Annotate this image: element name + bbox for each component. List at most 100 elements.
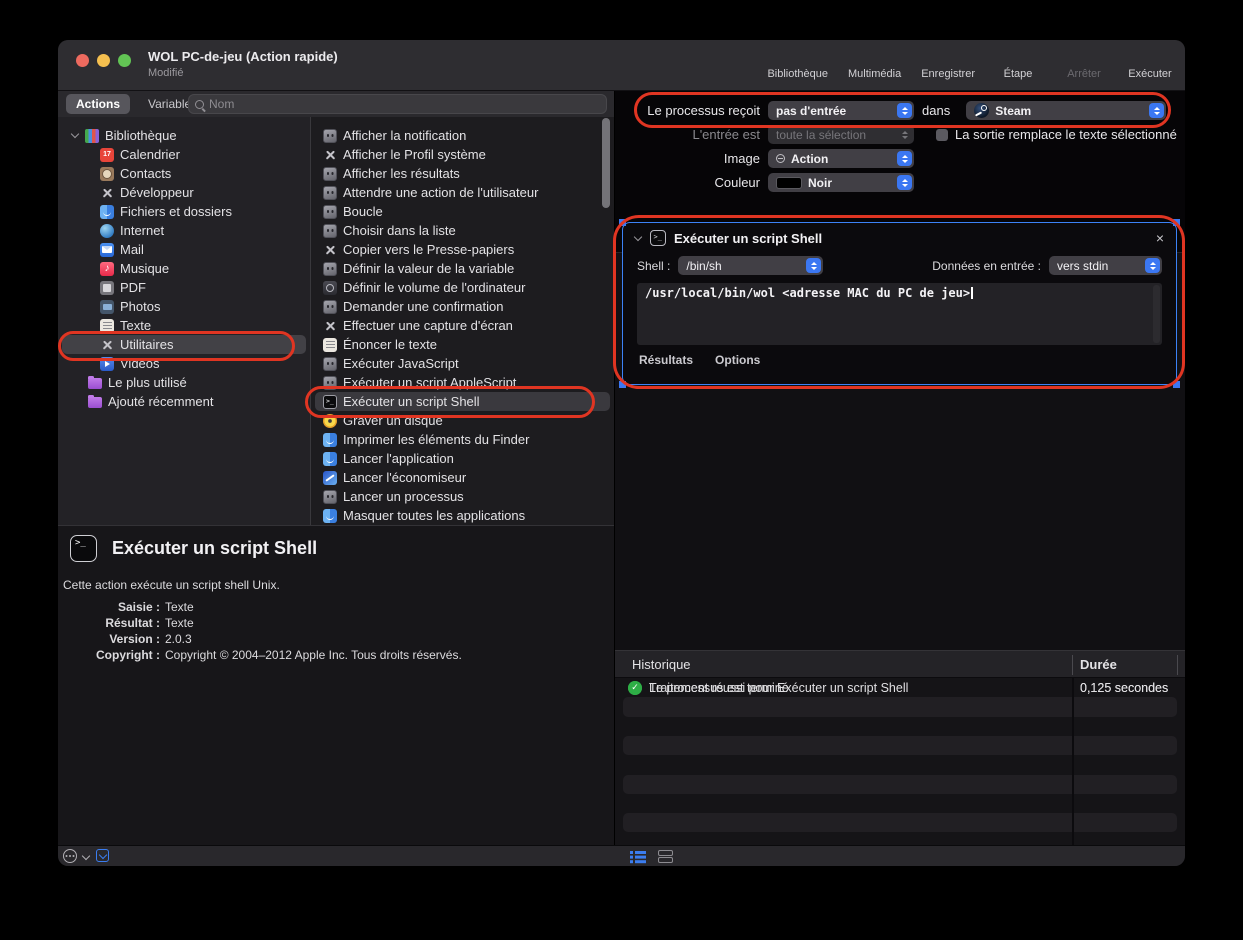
sidebar-item[interactable]: Vidéos <box>62 354 306 373</box>
description-field-label: Version : <box>58 632 160 646</box>
action-list-item[interactable]: Définir le volume de l'ordinateur <box>315 278 610 297</box>
process-input-popup[interactable]: pas d'entrée <box>768 101 914 120</box>
action-list-item[interactable]: Boucle <box>315 202 610 221</box>
results-button[interactable]: Résultats <box>639 353 693 367</box>
image-popup[interactable]: Action <box>768 149 914 168</box>
action-image-icon <box>776 154 785 163</box>
action-item-label: Exécuter un script Shell <box>343 394 480 409</box>
action-list-item[interactable]: Effectuer une capture d'écran <box>315 316 610 335</box>
popup-stepper-icon <box>897 103 912 118</box>
action-item-label: Masquer toutes les applications <box>343 508 525 523</box>
description-title: Exécuter un script Shell <box>112 538 317 559</box>
history-row-text: Le processus est terminé <box>649 681 789 695</box>
action-list-item[interactable]: Lancer un processus <box>315 487 610 506</box>
sidebar-item-label: Calendrier <box>120 147 180 162</box>
action-list-item[interactable]: Demander une confirmation <box>315 297 610 316</box>
action-list-item[interactable]: Exécuter un script Shell <box>315 392 610 411</box>
sidebar-item-label: Bibliothèque <box>105 128 177 143</box>
sidebar-item-icon <box>100 224 114 238</box>
script-editor[interactable]: /usr/local/bin/wol <adresse MAC du PC de… <box>637 283 1162 345</box>
collapse-chevron-icon[interactable] <box>634 232 642 240</box>
close-window-button[interactable] <box>76 54 89 67</box>
history-row[interactable]: ✓ Le processus est terminé 0,125 seconde… <box>615 678 1185 697</box>
sidebar-item[interactable]: Mail <box>62 240 306 259</box>
action-item-label: Effectuer une capture d'écran <box>343 318 513 333</box>
sidebar-item[interactable]: Photos <box>62 297 306 316</box>
description-field: Résultat : Texte <box>58 615 614 631</box>
description-field-value: Texte <box>165 600 194 614</box>
output-replaces-checkbox[interactable] <box>936 129 948 141</box>
search-input[interactable] <box>209 97 600 111</box>
chevron-down-icon[interactable] <box>82 852 90 860</box>
search-field[interactable] <box>188 94 607 114</box>
toolbar-button[interactable]: Exécuter <box>1127 45 1173 80</box>
minimize-window-button[interactable] <box>97 54 110 67</box>
actions-list-scrollbar[interactable] <box>602 118 610 208</box>
sidebar-item[interactable]: Texte <box>62 316 306 335</box>
sidebar-item[interactable]: Fichiers et dossiers <box>62 202 306 221</box>
sidebar-item[interactable]: Musique <box>62 259 306 278</box>
action-list-item[interactable]: Masquer toutes les applications <box>315 506 610 525</box>
history-column-divider[interactable] <box>1072 655 1073 675</box>
action-list-item[interactable]: Copier vers le Presse-papiers <box>315 240 610 259</box>
sidebar-item[interactable]: Calendrier <box>62 145 306 164</box>
description-field: Saisie : Texte <box>58 599 614 615</box>
action-block-header[interactable]: Exécuter un script Shell × <box>623 223 1176 253</box>
run-shell-script-action[interactable]: Exécuter un script Shell × Shell : /bin/… <box>622 222 1177 385</box>
close-action-icon[interactable]: × <box>1156 231 1164 245</box>
window-modified-status: Modifié <box>148 67 183 79</box>
action-list-item[interactable]: Définir la valeur de la variable <box>315 259 610 278</box>
action-list-item[interactable]: Lancer l'application <box>315 449 610 468</box>
action-list-item[interactable]: Lancer l'économiseur <box>315 468 610 487</box>
log-stack-view-icon[interactable] <box>658 850 673 856</box>
shell-popup[interactable]: /bin/sh <box>678 256 823 275</box>
zoom-window-button[interactable] <box>118 54 131 67</box>
action-list-item[interactable]: Exécuter un script AppleScript <box>315 373 610 392</box>
sidebar-item[interactable]: Développeur <box>62 183 306 202</box>
action-item-icon <box>323 376 337 390</box>
disclosure-chevron-icon[interactable] <box>71 130 79 138</box>
action-item-icon <box>323 148 337 162</box>
toolbar-button[interactable]: Multimédia <box>848 45 901 80</box>
action-list-item[interactable]: Exécuter JavaScript <box>315 354 610 373</box>
sidebar-item[interactable]: Le plus utilisé <box>62 373 306 392</box>
selected-step-icon[interactable] <box>96 849 109 862</box>
sidebar-item[interactable]: Internet <box>62 221 306 240</box>
popup-stepper-icon <box>897 175 912 190</box>
options-button[interactable]: Options <box>715 353 760 367</box>
image-row: Image Action <box>615 149 1185 168</box>
action-list-item[interactable]: Afficher la notification <box>315 126 610 145</box>
toolbar-button[interactable]: Étape <box>995 45 1041 80</box>
action-list-item[interactable]: Afficher les résultats <box>315 164 610 183</box>
steam-app-icon <box>974 103 989 118</box>
application-popup[interactable]: Steam <box>966 101 1166 120</box>
log-list-view-icon[interactable] <box>630 851 646 863</box>
action-list-item[interactable]: Choisir dans la liste <box>315 221 610 240</box>
screenshot-stage: WOL PC-de-jeu (Action rapide) Modifié Bi… <box>0 0 1243 940</box>
action-list-item[interactable]: Imprimer les éléments du Finder <box>315 430 610 449</box>
sidebar-item[interactable]: PDF <box>62 278 306 297</box>
input-data-popup[interactable]: vers stdin <box>1049 256 1162 275</box>
sidebar-item[interactable]: Utilitaires <box>62 335 306 354</box>
sidebar-item[interactable]: Ajouté récemment <box>62 392 306 411</box>
sidebar-item[interactable]: Bibliothèque <box>62 126 306 145</box>
sidebar-item[interactable]: Contacts <box>62 164 306 183</box>
description-field: Copyright : Copyright © 2004–2012 Apple … <box>58 647 614 663</box>
tab-actions[interactable]: Actions <box>66 94 130 114</box>
selection-handle <box>619 381 626 388</box>
toolbar-button[interactable]: Arrêter <box>1061 45 1107 80</box>
action-list-item[interactable]: Énoncer le texte <box>315 335 610 354</box>
action-item-label: Définir le volume de l'ordinateur <box>343 280 525 295</box>
more-options-icon[interactable] <box>63 849 77 863</box>
history-table: ✓ Traitement réussi pour Exécuter un scr… <box>615 678 1185 845</box>
toolbar-button[interactable]: Bibliothèque <box>767 45 828 80</box>
color-popup[interactable]: Noir <box>768 173 914 192</box>
success-check-icon: ✓ <box>628 681 642 695</box>
action-list-item[interactable]: Graver un disque <box>315 411 610 430</box>
history-column-divider[interactable] <box>1177 655 1178 675</box>
action-list-item[interactable]: Afficher le Profil système <box>315 145 610 164</box>
toolbar-button[interactable]: Enregistrer <box>921 45 975 80</box>
action-list-item[interactable]: Attendre une action de l'utilisateur <box>315 183 610 202</box>
image-label: Image <box>615 151 760 166</box>
action-item-icon <box>323 186 337 200</box>
